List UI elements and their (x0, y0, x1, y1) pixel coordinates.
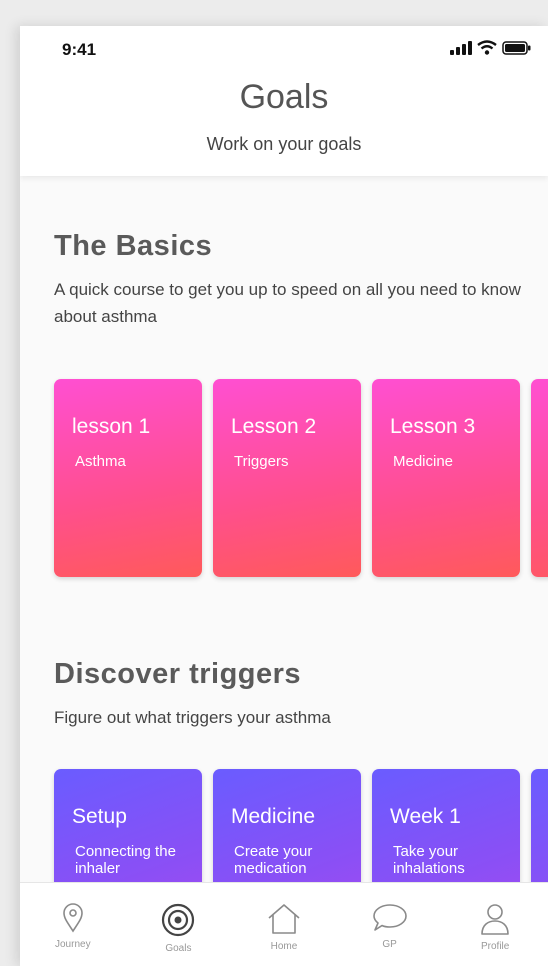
tab-label: Goals (165, 943, 192, 954)
card-title: lesson 1 (72, 415, 151, 438)
section-desc-basics: A quick course to get you up to speed on… (54, 280, 521, 326)
card-subtitle: Take your inhalations (393, 843, 465, 877)
tab-journey[interactable]: Journey (33, 883, 113, 950)
page-title: Goals (239, 78, 329, 116)
status-time: 9:41 (62, 40, 97, 59)
card-title: Setup (72, 805, 127, 828)
card-subtitle: Connecting the inhaler (75, 843, 176, 877)
status-icons (450, 40, 532, 55)
home-icon (268, 904, 300, 934)
tab-label: Profile (480, 941, 510, 952)
card-title: Medicine (231, 805, 316, 828)
trigger-card[interactable]: Setup Connecting the inhaler (54, 769, 202, 882)
tab-label: Journey (55, 939, 91, 950)
card-subtitle: Asthma (75, 453, 126, 470)
section-desc-triggers: Figure out what triggers your asthma (54, 708, 331, 727)
card-subtitle: Create your medication (234, 843, 313, 877)
target-icon (162, 903, 195, 937)
card-title: Lesson 3 (390, 415, 476, 438)
section-title-basics: The Basics (54, 230, 213, 262)
section-title-triggers: Discover triggers (54, 658, 302, 690)
signal-icon (450, 40, 472, 55)
wifi-icon (477, 40, 497, 55)
triggers-cards[interactable]: Setup Connecting the inhaler Medicine Cr… (54, 769, 548, 882)
goals-content[interactable]: The Basics A quick course to get you up … (20, 176, 548, 882)
battery-icon (502, 40, 531, 55)
tab-profile[interactable]: Profile (455, 883, 535, 952)
trigger-card[interactable]: Medicine Create your medication (213, 769, 361, 882)
location-pin-icon (62, 903, 83, 933)
trigger-card[interactable]: Week 1 Take your inhalations (372, 769, 520, 882)
lesson-card[interactable]: Lesson 3 Medicine (372, 379, 520, 577)
basics-cards[interactable]: lesson 1 Asthma Lesson 2 Triggers Lesson… (54, 379, 548, 577)
card-subtitle: Triggers (234, 453, 289, 470)
lesson-card[interactable]: lesson 1 Asthma (54, 379, 202, 577)
tab-goals[interactable]: Goals (138, 883, 218, 954)
phone-screen: 9:41 Goals Work on your goals The Basics… (20, 26, 548, 966)
card-title: Lesson 2 (231, 415, 317, 438)
tab-label: GP (382, 939, 397, 950)
chat-bubble-icon (372, 904, 407, 931)
tab-home[interactable]: Home (244, 883, 324, 952)
tab-gp[interactable]: GP (350, 883, 430, 950)
header: 9:41 Goals Work on your goals (20, 26, 548, 176)
lesson-card-partial[interactable] (531, 379, 548, 577)
trigger-card-partial[interactable] (531, 769, 548, 882)
card-subtitle: Medicine (393, 453, 454, 470)
tab-bar: Journey Goals Home GP Profile (20, 882, 548, 966)
card-title: Week 1 (390, 805, 461, 828)
person-icon (481, 904, 509, 935)
tab-label: Home (270, 941, 298, 952)
lesson-card[interactable]: Lesson 2 Triggers (213, 379, 361, 577)
page-subtitle: Work on your goals (206, 134, 362, 154)
